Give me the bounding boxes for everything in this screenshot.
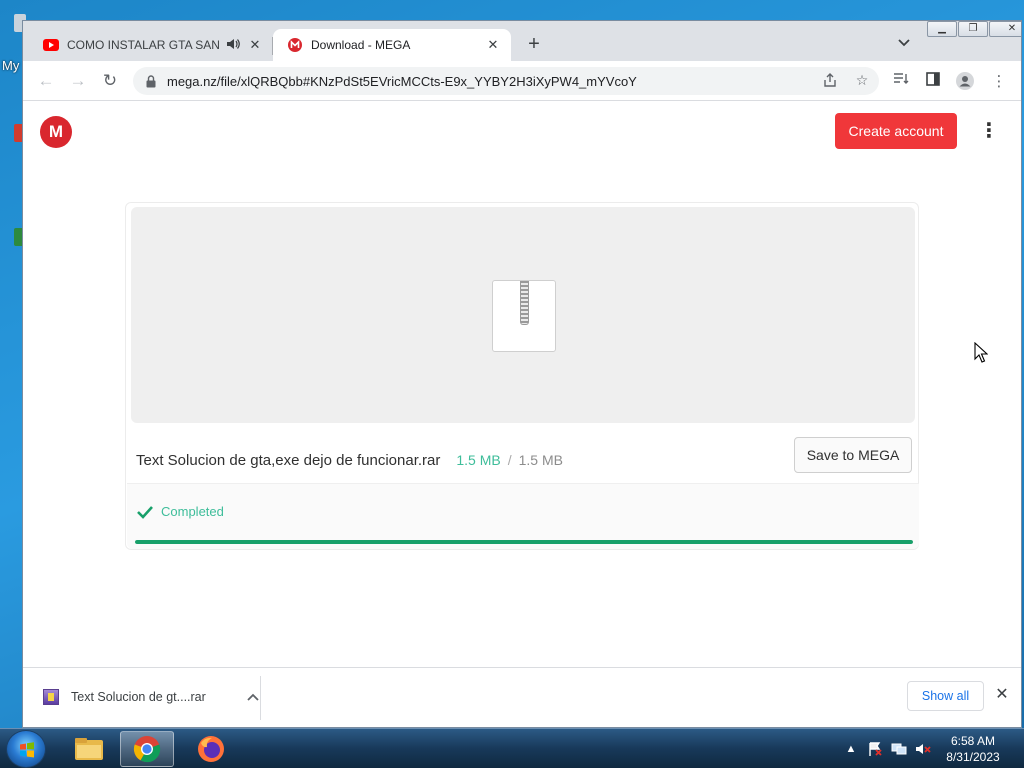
minimize-button[interactable]: ▁ [927, 21, 957, 37]
window-controls: ▁ ❐ ✕ [927, 21, 1021, 37]
rar-file-icon [43, 689, 59, 705]
mega-page: M Create account ⋮ Text Solucion de gta,… [23, 102, 1021, 668]
tab-title: Download - MEGA [311, 38, 411, 52]
progress-bar [135, 540, 913, 544]
file-preview [131, 207, 915, 423]
new-tab-button[interactable]: + [523, 34, 545, 56]
clock-time: 6:58 AM [950, 734, 996, 748]
windows-logo-icon [20, 742, 34, 758]
start-button[interactable] [6, 730, 46, 768]
shelf-divider [260, 676, 261, 720]
tab-strip: COMO INSTALAR GTA SAN A ✕ Download - MEG… [23, 21, 1021, 61]
chrome-window: COMO INSTALAR GTA SAN A ✕ Download - MEG… [22, 20, 1022, 728]
mega-icon [287, 37, 303, 53]
tab-search-chevron-icon[interactable] [895, 36, 913, 54]
close-tab-icon[interactable]: ✕ [485, 37, 501, 53]
file-card: Text Solucion de gta,exe dejo de funcion… [125, 202, 919, 550]
taskbar: ▲ 6:58 AM 8/31/2023 [0, 728, 1024, 768]
progress-fill [135, 540, 913, 544]
file-info-row: Text Solucion de gta,exe dejo de funcion… [136, 445, 906, 475]
zipper-icon [520, 281, 529, 325]
youtube-icon [43, 37, 59, 53]
share-icon[interactable] [821, 72, 839, 90]
forward-arrow-icon[interactable]: → [67, 71, 89, 93]
tab-mega[interactable]: Download - MEGA ✕ [273, 29, 511, 61]
taskbar-firefox[interactable] [184, 731, 238, 767]
bookmark-star-icon[interactable]: ☆ [853, 72, 871, 90]
clock-date: 8/31/2023 [946, 750, 1000, 764]
size-separator: / [507, 452, 512, 468]
page-menu-icon[interactable]: ⋮ [979, 120, 999, 144]
back-arrow-icon[interactable]: ← [35, 71, 57, 93]
download-item-name: Text Solucion de gt....rar [71, 690, 206, 704]
lock-icon[interactable] [145, 74, 157, 88]
system-tray: ▲ [842, 729, 938, 768]
total-size: 1.5 MB [518, 452, 563, 468]
status-text: Completed [161, 504, 224, 519]
tab-title: COMO INSTALAR GTA SAN A [67, 38, 219, 52]
reading-list-icon[interactable] [891, 72, 911, 92]
checkmark-icon [137, 506, 153, 519]
network-icon[interactable] [890, 741, 908, 757]
profile-avatar-icon[interactable] [955, 72, 975, 92]
file-name: Text Solucion de gta,exe dejo de funcion… [136, 451, 441, 469]
create-account-button[interactable]: Create account [835, 113, 957, 149]
mouse-cursor-icon [974, 342, 988, 363]
archive-file-icon [492, 280, 556, 352]
side-panel-icon[interactable] [923, 72, 943, 92]
download-item[interactable]: Text Solucion de gt....rar [43, 680, 261, 714]
restore-button[interactable]: ❐ [958, 21, 988, 37]
url-text: mega.nz/file/xlQRBQbb#KNzPdSt5EVricMCCts… [167, 73, 637, 89]
show-hidden-icons-icon[interactable]: ▲ [842, 741, 860, 757]
mega-logo[interactable]: M [40, 116, 72, 148]
close-shelf-icon[interactable]: ✕ [993, 686, 1011, 704]
close-tab-icon[interactable]: ✕ [247, 37, 263, 53]
tab-youtube[interactable]: COMO INSTALAR GTA SAN A ✕ [29, 29, 273, 61]
reload-icon[interactable]: ↻ [99, 71, 121, 93]
firefox-icon [198, 736, 224, 762]
address-bar[interactable]: mega.nz/file/xlQRBQbb#KNzPdSt5EVricMCCts… [133, 67, 879, 95]
download-shelf: Text Solucion de gt....rar Show all ✕ [23, 667, 1021, 727]
chevron-up-icon[interactable] [245, 690, 261, 704]
taskbar-chrome[interactable] [120, 731, 174, 767]
chrome-icon [133, 736, 161, 763]
downloaded-size: 1.5 MB [456, 452, 501, 468]
taskbar-clock[interactable]: 6:58 AM 8/31/2023 [938, 733, 1008, 765]
volume-muted-icon[interactable] [914, 741, 932, 757]
download-status: Completed [127, 483, 919, 549]
speaker-icon[interactable] [225, 38, 241, 53]
taskbar-explorer[interactable] [62, 731, 116, 767]
browser-toolbar: ← → ↻ mega.nz/file/xlQRBQbb#KNzPdSt5EVri… [23, 61, 1021, 101]
window-close-button[interactable]: ✕ [989, 21, 1021, 37]
folder-icon [75, 738, 103, 760]
save-to-mega-button[interactable]: Save to MEGA [794, 437, 912, 473]
chrome-menu-icon[interactable]: ⋮ [989, 72, 1009, 92]
show-all-button[interactable]: Show all [907, 681, 984, 711]
action-center-flag-icon[interactable] [866, 741, 884, 757]
desktop-icon-label: My [2, 58, 20, 73]
